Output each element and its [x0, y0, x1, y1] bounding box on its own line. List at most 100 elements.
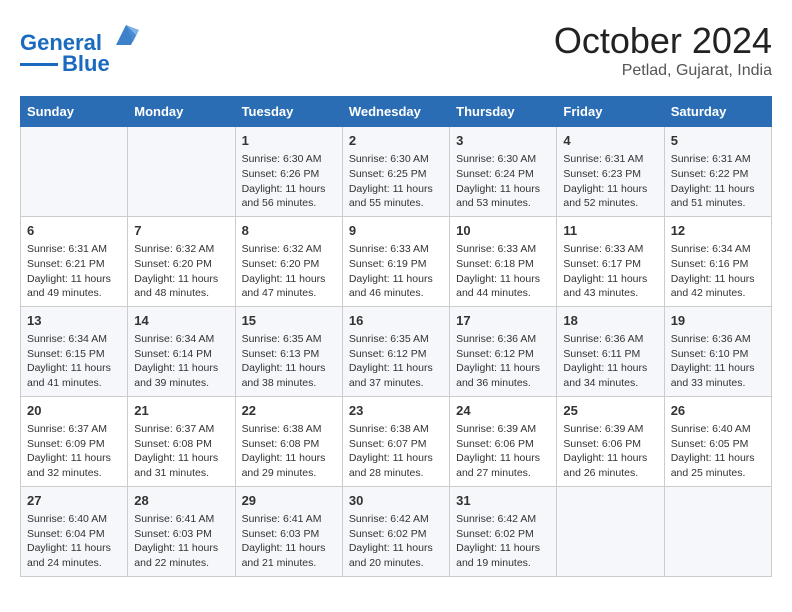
day-number: 24: [456, 402, 550, 420]
day-number: 23: [349, 402, 443, 420]
calendar-cell: 19 Sunrise: 6:36 AM Sunset: 6:10 PM Dayli…: [664, 306, 771, 396]
day-number: 16: [349, 312, 443, 330]
weekday-header: Wednesday: [342, 97, 449, 127]
day-number: 29: [242, 492, 336, 510]
calendar-cell: [128, 127, 235, 217]
day-info: Sunrise: 6:40 AM Sunset: 6:05 PM Dayligh…: [671, 422, 765, 481]
day-number: 19: [671, 312, 765, 330]
calendar-cell: 22 Sunrise: 6:38 AM Sunset: 6:08 PM Dayli…: [235, 396, 342, 486]
calendar-cell: 11 Sunrise: 6:33 AM Sunset: 6:17 PM Dayli…: [557, 216, 664, 306]
title-block: October 2024 Petlad, Gujarat, India: [554, 20, 772, 80]
calendar-cell: 8 Sunrise: 6:32 AM Sunset: 6:20 PM Daylig…: [235, 216, 342, 306]
day-number: 30: [349, 492, 443, 510]
day-info: Sunrise: 6:31 AM Sunset: 6:22 PM Dayligh…: [671, 152, 765, 211]
calendar-cell: 31 Sunrise: 6:42 AM Sunset: 6:02 PM Dayli…: [450, 486, 557, 576]
day-number: 12: [671, 222, 765, 240]
day-info: Sunrise: 6:32 AM Sunset: 6:20 PM Dayligh…: [134, 242, 228, 301]
day-number: 17: [456, 312, 550, 330]
day-info: Sunrise: 6:34 AM Sunset: 6:14 PM Dayligh…: [134, 332, 228, 391]
calendar-table: SundayMondayTuesdayWednesdayThursdayFrid…: [20, 96, 772, 577]
day-number: 9: [349, 222, 443, 240]
day-number: 2: [349, 132, 443, 150]
weekday-header: Tuesday: [235, 97, 342, 127]
calendar-cell: 25Sunrise: 6:39 AM Sunset: 6:06 PM Dayli…: [557, 396, 664, 486]
day-number: 11: [563, 222, 657, 240]
calendar-cell: 13 Sunrise: 6:34 AM Sunset: 6:15 PM Dayli…: [21, 306, 128, 396]
calendar-cell: 12 Sunrise: 6:34 AM Sunset: 6:16 PM Dayli…: [664, 216, 771, 306]
calendar-week-row: 1Sunrise: 6:30 AM Sunset: 6:26 PM Daylig…: [21, 127, 772, 217]
day-number: 3: [456, 132, 550, 150]
calendar-cell: 5 Sunrise: 6:31 AM Sunset: 6:22 PM Daylig…: [664, 127, 771, 217]
calendar-cell: 4Sunrise: 6:31 AM Sunset: 6:23 PM Daylig…: [557, 127, 664, 217]
weekday-header: Saturday: [664, 97, 771, 127]
month-title: October 2024: [554, 20, 772, 62]
calendar-cell: 15Sunrise: 6:35 AM Sunset: 6:13 PM Dayli…: [235, 306, 342, 396]
day-info: Sunrise: 6:38 AM Sunset: 6:07 PM Dayligh…: [349, 422, 443, 481]
weekday-header: Thursday: [450, 97, 557, 127]
day-info: Sunrise: 6:31 AM Sunset: 6:21 PM Dayligh…: [27, 242, 121, 301]
day-info: Sunrise: 6:36 AM Sunset: 6:10 PM Dayligh…: [671, 332, 765, 391]
day-number: 14: [134, 312, 228, 330]
day-info: Sunrise: 6:40 AM Sunset: 6:04 PM Dayligh…: [27, 512, 121, 571]
page-header: General Blue October 2024 Petlad, Gujara…: [20, 20, 772, 80]
calendar-cell: 24 Sunrise: 6:39 AM Sunset: 6:06 PM Dayli…: [450, 396, 557, 486]
day-info: Sunrise: 6:36 AM Sunset: 6:11 PM Dayligh…: [563, 332, 657, 391]
day-info: Sunrise: 6:41 AM Sunset: 6:03 PM Dayligh…: [134, 512, 228, 571]
day-number: 27: [27, 492, 121, 510]
calendar-cell: 14 Sunrise: 6:34 AM Sunset: 6:14 PM Dayli…: [128, 306, 235, 396]
weekday-header: Monday: [128, 97, 235, 127]
calendar-cell: 26 Sunrise: 6:40 AM Sunset: 6:05 PM Dayli…: [664, 396, 771, 486]
calendar-cell: 18 Sunrise: 6:36 AM Sunset: 6:11 PM Dayli…: [557, 306, 664, 396]
location-title: Petlad, Gujarat, India: [554, 62, 772, 80]
day-number: 10: [456, 222, 550, 240]
day-number: 31: [456, 492, 550, 510]
day-number: 8: [242, 222, 336, 240]
calendar-cell: [664, 486, 771, 576]
calendar-cell: 27 Sunrise: 6:40 AM Sunset: 6:04 PM Dayli…: [21, 486, 128, 576]
calendar-cell: 2 Sunrise: 6:30 AM Sunset: 6:25 PM Daylig…: [342, 127, 449, 217]
day-info: Sunrise: 6:30 AM Sunset: 6:25 PM Dayligh…: [349, 152, 443, 211]
day-info: Sunrise: 6:34 AM Sunset: 6:15 PM Dayligh…: [27, 332, 121, 391]
day-number: 1: [242, 132, 336, 150]
calendar-cell: 16 Sunrise: 6:35 AM Sunset: 6:12 PM Dayli…: [342, 306, 449, 396]
calendar-cell: 9Sunrise: 6:33 AM Sunset: 6:19 PM Daylig…: [342, 216, 449, 306]
day-info: Sunrise: 6:35 AM Sunset: 6:13 PM Dayligh…: [242, 332, 336, 391]
day-info: Sunrise: 6:39 AM Sunset: 6:06 PM Dayligh…: [563, 422, 657, 481]
day-info: Sunrise: 6:33 AM Sunset: 6:17 PM Dayligh…: [563, 242, 657, 301]
calendar-cell: 23 Sunrise: 6:38 AM Sunset: 6:07 PM Dayli…: [342, 396, 449, 486]
day-number: 6: [27, 222, 121, 240]
calendar-header-row: SundayMondayTuesdayWednesdayThursdayFrid…: [21, 97, 772, 127]
day-info: Sunrise: 6:34 AM Sunset: 6:16 PM Dayligh…: [671, 242, 765, 301]
calendar-cell: 3Sunrise: 6:30 AM Sunset: 6:24 PM Daylig…: [450, 127, 557, 217]
day-info: Sunrise: 6:42 AM Sunset: 6:02 PM Dayligh…: [456, 512, 550, 571]
logo-text: General: [20, 20, 141, 55]
calendar-week-row: 20Sunrise: 6:37 AM Sunset: 6:09 PM Dayli…: [21, 396, 772, 486]
day-number: 18: [563, 312, 657, 330]
day-info: Sunrise: 6:32 AM Sunset: 6:20 PM Dayligh…: [242, 242, 336, 301]
calendar-cell: 30 Sunrise: 6:42 AM Sunset: 6:02 PM Dayli…: [342, 486, 449, 576]
calendar-cell: 21Sunrise: 6:37 AM Sunset: 6:08 PM Dayli…: [128, 396, 235, 486]
day-info: Sunrise: 6:38 AM Sunset: 6:08 PM Dayligh…: [242, 422, 336, 481]
day-number: 28: [134, 492, 228, 510]
day-info: Sunrise: 6:33 AM Sunset: 6:18 PM Dayligh…: [456, 242, 550, 301]
calendar-cell: 1Sunrise: 6:30 AM Sunset: 6:26 PM Daylig…: [235, 127, 342, 217]
day-info: Sunrise: 6:42 AM Sunset: 6:02 PM Dayligh…: [349, 512, 443, 571]
calendar-cell: 29Sunrise: 6:41 AM Sunset: 6:03 PM Dayli…: [235, 486, 342, 576]
calendar-cell: 20Sunrise: 6:37 AM Sunset: 6:09 PM Dayli…: [21, 396, 128, 486]
day-info: Sunrise: 6:35 AM Sunset: 6:12 PM Dayligh…: [349, 332, 443, 391]
day-number: 5: [671, 132, 765, 150]
day-number: 26: [671, 402, 765, 420]
calendar-cell: 6 Sunrise: 6:31 AM Sunset: 6:21 PM Daylig…: [21, 216, 128, 306]
day-number: 22: [242, 402, 336, 420]
logo: General Blue: [20, 20, 141, 77]
calendar-week-row: 27 Sunrise: 6:40 AM Sunset: 6:04 PM Dayli…: [21, 486, 772, 576]
day-number: 4: [563, 132, 657, 150]
day-info: Sunrise: 6:39 AM Sunset: 6:06 PM Dayligh…: [456, 422, 550, 481]
calendar-cell: 17Sunrise: 6:36 AM Sunset: 6:12 PM Dayli…: [450, 306, 557, 396]
weekday-header: Friday: [557, 97, 664, 127]
day-info: Sunrise: 6:37 AM Sunset: 6:09 PM Dayligh…: [27, 422, 121, 481]
calendar-cell: 10 Sunrise: 6:33 AM Sunset: 6:18 PM Dayli…: [450, 216, 557, 306]
day-number: 21: [134, 402, 228, 420]
day-number: 13: [27, 312, 121, 330]
calendar-week-row: 6 Sunrise: 6:31 AM Sunset: 6:21 PM Daylig…: [21, 216, 772, 306]
